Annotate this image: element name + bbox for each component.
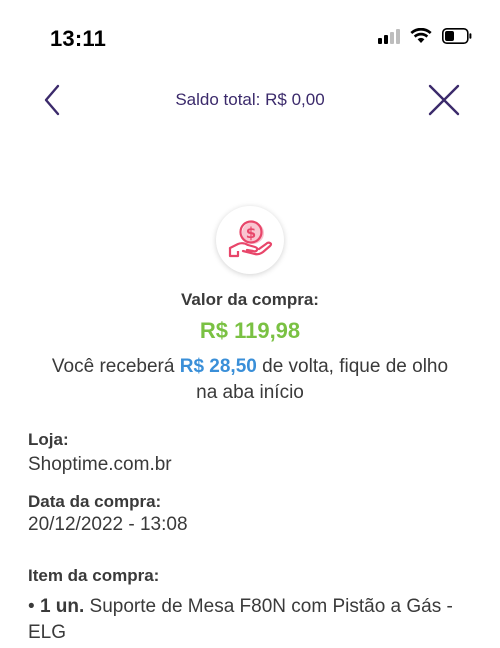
purchase-date-value: 20/12/2022 - 13:08 [28, 514, 188, 535]
nav-bar: Saldo total: R$ 0,00 [0, 74, 500, 126]
store-label: Loja: [28, 430, 69, 449]
status-bar: 13:11 [0, 0, 500, 70]
item-bullet: • [28, 596, 40, 617]
item-quantity: 1 un. [39, 596, 85, 617]
cashback-amount: R$ 28,50 [179, 356, 257, 377]
status-time: 13:11 [50, 26, 107, 51]
item-name: Suporte de Mesa F80N com Pistão a Gás - … [28, 596, 453, 643]
close-icon [428, 84, 460, 116]
close-button[interactable] [424, 80, 464, 120]
cellular-signal-icon [378, 28, 400, 44]
cashback-hand-coin-icon: $ [216, 206, 284, 274]
purchase-value-label: Valor da compra: [181, 290, 319, 309]
battery-icon [442, 28, 472, 44]
cashback-prefix: Você receberá [51, 356, 180, 377]
purchase-value: R$ 119,98 [199, 318, 301, 343]
purchase-item: • 1 un. Suporte de Mesa F80N com Pistão … [28, 594, 472, 646]
svg-text:$: $ [246, 224, 256, 242]
purchase-item-label: Item da compra: [28, 566, 160, 585]
wifi-icon [410, 28, 432, 44]
status-icons [378, 28, 472, 44]
store-value: Shoptime.com.br [28, 454, 172, 475]
cashback-message: Você receberá R$ 28,50 de volta, fique d… [40, 354, 460, 406]
purchase-date-label: Data da compra: [28, 492, 162, 511]
